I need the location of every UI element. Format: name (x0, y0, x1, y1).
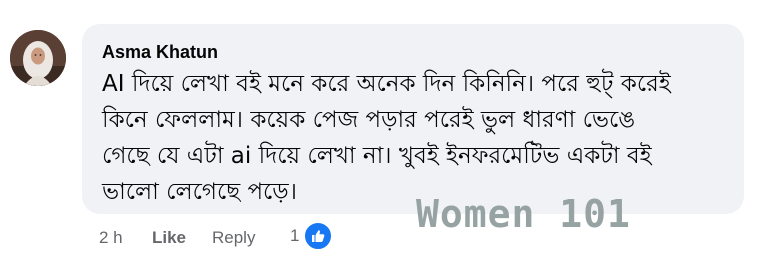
reaction-summary[interactable]: 1 (290, 221, 334, 251)
watermark: Women 101 (416, 192, 631, 236)
comment-text-line: গেছে যে এটা ai দিয়ে লেখা না। খুবই ইনফরম… (102, 143, 652, 169)
comment-text: AI দিয়ে লেখা বই মনে করে অনেক দিন কিনিনি… (102, 66, 734, 210)
reply-button[interactable]: Reply (212, 228, 255, 248)
comment-bubble: Asma Khatun AI দিয়ে লেখা বই মনে করে অনে… (82, 24, 744, 236)
comment-text-line: কিনে ফেললাম। কয়েক পেজ পড়ার পরেই ভুল ধা… (102, 107, 636, 133)
comment-text-line: AI দিয়ে লেখা বই মনে করে অনেক দিন কিনিনি… (102, 71, 671, 97)
comment-author[interactable]: Asma Khatun (102, 42, 218, 63)
reaction-count: 1 (290, 226, 300, 245)
comment-timestamp[interactable]: 2 h (99, 228, 123, 248)
like-icon (303, 221, 334, 251)
avatar[interactable] (10, 30, 66, 86)
like-button[interactable]: Like (152, 228, 186, 248)
